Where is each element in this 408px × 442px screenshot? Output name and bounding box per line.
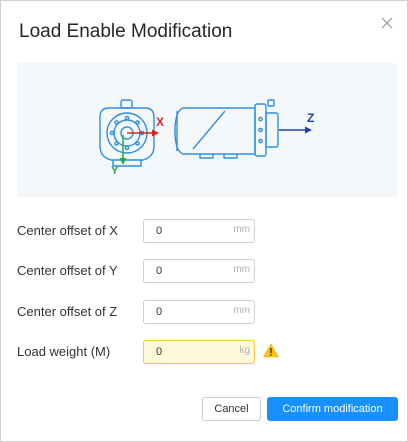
robot-wrist-side-view (174, 99, 279, 159)
center-offset-z-label: Center offset of Z (17, 304, 118, 319)
unit-label: mm (233, 224, 250, 235)
load-weight-field[interactable]: kg (143, 340, 255, 364)
center-offset-x-label: Center offset of X (17, 223, 118, 238)
axis-z-arrow (279, 126, 312, 134)
axis-x-label: X (156, 115, 164, 129)
load-weight-row: Load weight (M) kg (17, 340, 397, 364)
center-offset-z-row: Center offset of Z mm (17, 300, 397, 324)
confirm-modification-button[interactable]: Confirm modification (267, 397, 398, 421)
unit-label: mm (233, 264, 250, 275)
load-coordinate-diagram: X Y Z (17, 63, 397, 197)
unit-label: kg (239, 345, 250, 356)
cancel-button[interactable]: Cancel (202, 397, 261, 421)
load-modification-dialog: Load Enable Modification X Y Z Center of… (0, 0, 408, 442)
center-offset-x-input[interactable] (156, 223, 216, 239)
load-weight-input[interactable] (156, 344, 216, 360)
axis-z-label: Z (307, 111, 314, 125)
unit-label: mm (233, 305, 250, 316)
center-offset-y-field[interactable]: mm (143, 259, 255, 283)
center-offset-x-row: Center offset of X mm (17, 219, 397, 243)
center-offset-z-input[interactable] (156, 304, 216, 320)
axis-y-label: Y (111, 165, 119, 177)
dialog-title: Load Enable Modification (19, 21, 233, 42)
close-icon[interactable] (379, 15, 395, 31)
center-offset-z-field[interactable]: mm (143, 300, 255, 324)
warning-icon (263, 343, 279, 358)
center-offset-y-input[interactable] (156, 263, 216, 279)
center-offset-y-label: Center offset of Y (17, 263, 118, 278)
center-offset-y-row: Center offset of Y mm (17, 259, 397, 283)
load-weight-label: Load weight (M) (17, 344, 111, 359)
center-offset-x-field[interactable]: mm (143, 219, 255, 243)
